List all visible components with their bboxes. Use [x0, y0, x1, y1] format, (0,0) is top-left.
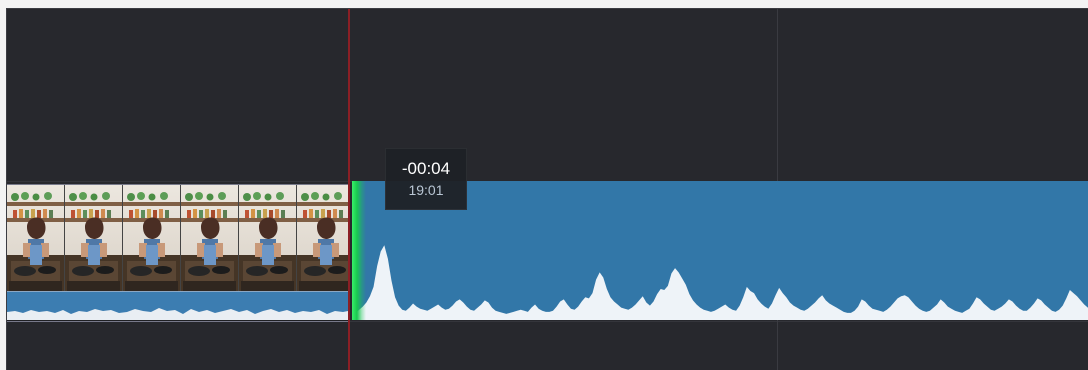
video-thumbnail: [297, 185, 348, 291]
video-audio-waveform: [7, 308, 348, 320]
kitchen-cooking-thumbnail-image: [239, 185, 296, 291]
kitchen-cooking-thumbnail-image: [123, 185, 180, 291]
trim-tooltip: -00:04 19:01: [385, 148, 467, 210]
audio-waveform-baseline: [352, 316, 1088, 320]
playhead[interactable]: [348, 9, 350, 370]
tooltip-time: 19:01: [408, 182, 444, 198]
video-thumbnail-strip: [7, 185, 348, 291]
video-clip-audio-lane: [7, 291, 348, 320]
timeline-panel[interactable]: -00:04 19:01: [6, 8, 1088, 370]
video-thumbnail: [7, 185, 65, 291]
kitchen-cooking-thumbnail-image: [181, 185, 238, 291]
kitchen-cooking-thumbnail-image: [7, 185, 64, 291]
clip-trim-handle[interactable]: [352, 181, 366, 320]
audio-waveform-fill: [352, 245, 1088, 320]
tooltip-offset: -00:04: [401, 159, 451, 178]
video-thumbnail: [65, 185, 123, 291]
kitchen-cooking-thumbnail-image: [65, 185, 122, 291]
video-clip[interactable]: [7, 184, 348, 322]
video-thumbnail: [239, 185, 297, 291]
video-thumbnail: [181, 185, 239, 291]
kitchen-cooking-thumbnail-image: [297, 185, 348, 291]
video-thumbnail: [123, 185, 181, 291]
